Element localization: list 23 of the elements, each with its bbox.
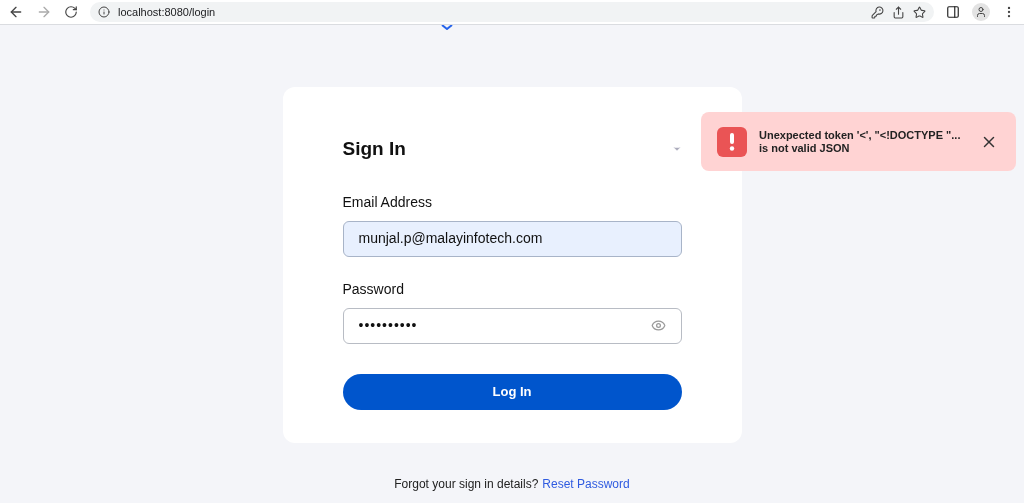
profile-icon[interactable] bbox=[972, 3, 990, 21]
field-label: Password bbox=[342, 279, 405, 299]
toast-message: Unexpected token '<', "<!DOCTYPE "... is not valid JSON bbox=[759, 128, 962, 155]
star-icon[interactable] bbox=[913, 5, 926, 19]
reset-password-link[interactable]: Reset Password bbox=[542, 475, 630, 493]
back-icon[interactable] bbox=[8, 4, 24, 20]
field-value: munjal.p@malayinfotech.com bbox=[358, 229, 544, 248]
forgot-text: Forgot your sign in details? bbox=[394, 476, 539, 493]
email-field[interactable]: munjal.p@malayinfotech.com bbox=[342, 220, 682, 257]
address-bar[interactable]: localhost:8080/login bbox=[90, 2, 934, 22]
form-title: Sign In bbox=[342, 137, 406, 161]
alert-icon bbox=[717, 126, 747, 157]
share-icon[interactable] bbox=[892, 5, 905, 19]
show-password-icon[interactable] bbox=[650, 318, 666, 333]
info-icon[interactable] bbox=[98, 6, 110, 18]
url-text: localhost:8080/login bbox=[118, 4, 216, 20]
field-value: •••••••••• bbox=[358, 316, 419, 335]
password-field[interactable]: •••••••••• bbox=[342, 307, 682, 344]
key-icon[interactable] bbox=[871, 5, 884, 19]
side-panel-icon[interactable] bbox=[946, 5, 960, 19]
login-button[interactable]: Log In bbox=[342, 373, 682, 410]
field-label: Email Address bbox=[342, 192, 433, 212]
reload-icon[interactable] bbox=[64, 5, 78, 19]
